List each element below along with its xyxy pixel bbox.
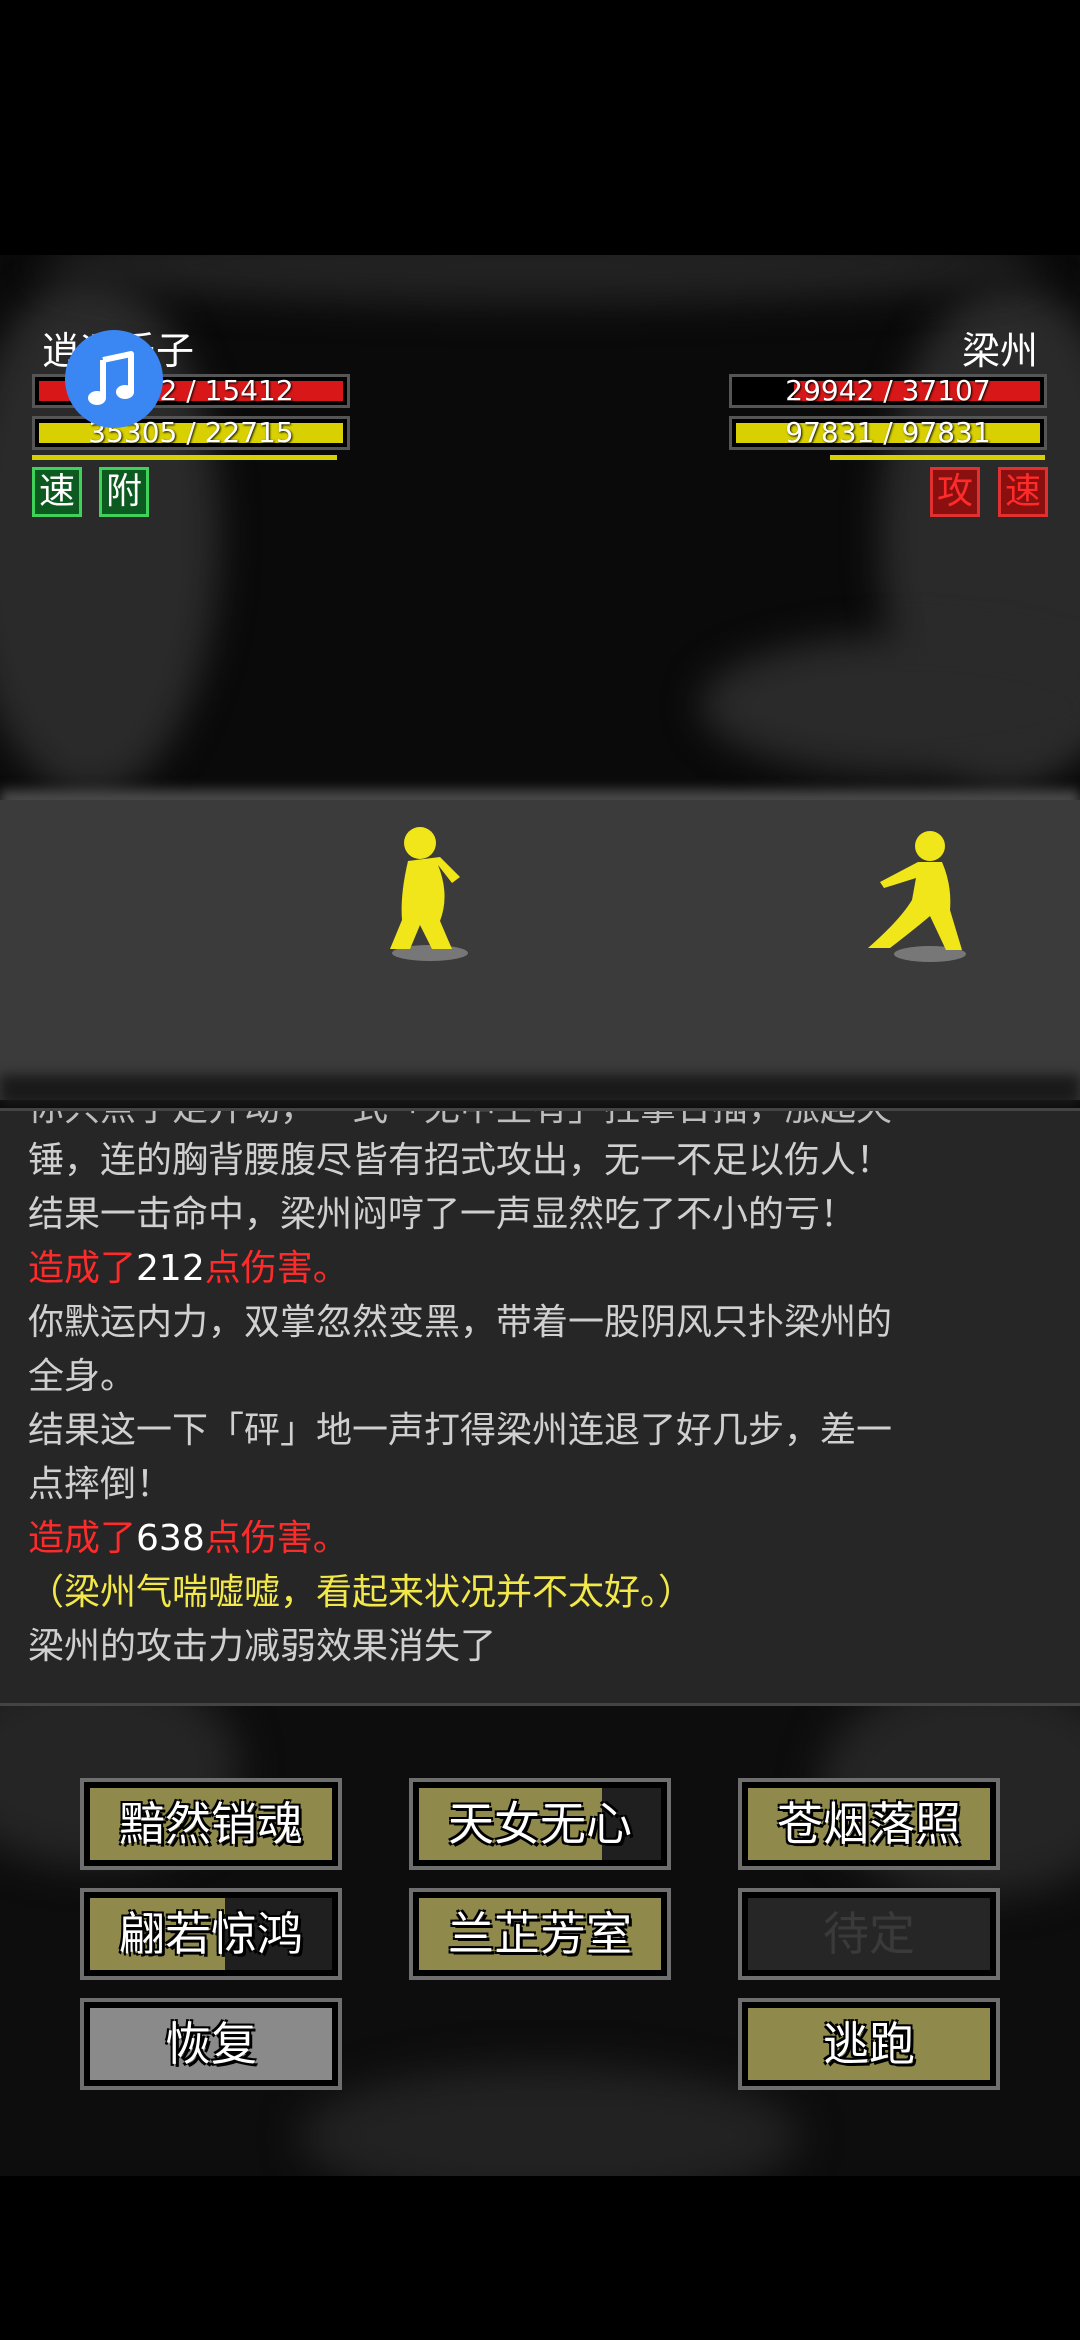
log-segment: 点摔倒！ xyxy=(28,1464,173,1505)
log-segment: 全身。 xyxy=(28,1356,137,1397)
skill-button-2[interactable]: 天女无心 xyxy=(409,1778,671,1870)
log-line: 结果这一下「砰」地一声打得梁州连退了好几步，差一 xyxy=(28,1405,1058,1457)
skill-label: 待定 xyxy=(823,1907,915,1961)
log-line: 点摔倒！ xyxy=(28,1459,1058,1511)
enemy-buff-attack: 攻 xyxy=(930,467,980,517)
skill-button-6[interactable]: 待定 xyxy=(738,1888,1000,1980)
enemy-figure xyxy=(868,831,966,962)
skill-button-3[interactable]: 苍烟落照 xyxy=(738,1778,1000,1870)
enemy-name: 梁州 xyxy=(961,329,1038,373)
log-segment: 结果这一下「砰」地一声打得梁州连退了好几步，差一 xyxy=(28,1410,893,1451)
player-figure xyxy=(390,827,468,961)
smoke-cloud xyxy=(700,635,1080,775)
flee-label: 逃跑 xyxy=(823,2017,915,2071)
log-segment: 锤，连的胸背腰腹尽皆有招式攻出，无一不足以伤人！ xyxy=(28,1140,893,1181)
skill-label: 黯然销魂 xyxy=(119,1797,303,1851)
player-buff-speed: 速 xyxy=(32,467,82,517)
log-line: （梁州气喘嘘嘘，看起来状况并不太好。） xyxy=(28,1567,1058,1619)
music-note-icon xyxy=(88,351,134,405)
log-partial-text: 你只点了足并动，一式「无中生有」拄掌合插，涨起天 xyxy=(28,1108,893,1129)
log-segment: 结果一击命中，梁州闷哼了一声显然吃了不小的亏！ xyxy=(28,1194,857,1235)
log-segment: 造成了 xyxy=(28,1248,137,1289)
log-line: 造成了212点伤害。 xyxy=(28,1243,1058,1295)
log-partial-line: 你只点了足并动，一式「无中生有」拄掌合插，涨起天 xyxy=(28,1108,1058,1135)
skill-button-1[interactable]: 黯然销魂 xyxy=(80,1778,342,1870)
skill-label: 苍烟落照 xyxy=(777,1797,961,1851)
skill-button-4[interactable]: 翩若惊鸿 xyxy=(80,1888,342,1980)
smoke-cloud xyxy=(40,255,1040,305)
skill-label: 天女无心 xyxy=(448,1797,632,1851)
log-segment: （梁州气喘嘘嘘，看起来状况并不太好。） xyxy=(28,1572,695,1613)
log-segment: 梁州的攻击力减弱效果消失了 xyxy=(28,1626,497,1667)
enemy-mp-text: 97831 / 97831 xyxy=(785,416,991,449)
battle-log[interactable]: 你只点了足并动，一式「无中生有」拄掌合插，涨起天 锤，连的胸背腰腹尽皆有招式攻出… xyxy=(0,1108,1080,1706)
log-segment: 638 xyxy=(136,1518,205,1559)
enemy-progress-line xyxy=(830,455,1045,460)
player-buff-attach: 附 xyxy=(99,467,149,517)
player-progress-line xyxy=(32,455,337,460)
enemy-mp-bar: 97831 / 97831 xyxy=(729,416,1047,450)
skill-label: 翩若惊鸿 xyxy=(119,1907,303,1961)
skill-button-5[interactable]: 兰芷芳室 xyxy=(409,1888,671,1980)
log-line: 造成了638点伤害。 xyxy=(28,1513,1058,1565)
enemy-buff-speed: 速 xyxy=(998,467,1048,517)
flee-button[interactable]: 逃跑 xyxy=(738,1998,1000,2090)
log-segment: 212 xyxy=(136,1248,205,1289)
log-line: 梁州的攻击力减弱效果消失了 xyxy=(28,1621,1058,1673)
log-segment: 造成了 xyxy=(28,1518,137,1559)
log-segment: 点伤害。 xyxy=(204,1518,349,1559)
log-line: 结果一击命中，梁州闷哼了一声显然吃了不小的亏！ xyxy=(28,1189,1058,1241)
log-line: 锤，连的胸背腰腹尽皆有招式攻出，无一不足以伤人！ xyxy=(28,1135,1058,1187)
enemy-hp-text: 29942 / 37107 xyxy=(785,374,991,407)
log-segment: 点伤害。 xyxy=(204,1248,349,1289)
log-segment: 你默运内力，双掌忽然变黑，带着一股阴风只扑梁州的 xyxy=(28,1302,893,1343)
log-line: 你默运内力，双掌忽然变黑，带着一股阴风只扑梁州的 xyxy=(28,1297,1058,1349)
log-line: 全身。 xyxy=(28,1351,1058,1403)
ground-edge xyxy=(0,1075,1080,1105)
music-button[interactable] xyxy=(65,330,163,428)
enemy-hp-bar: 29942 / 37107 xyxy=(729,374,1047,408)
skill-label: 兰芷芳室 xyxy=(448,1907,632,1961)
recover-button[interactable]: 恢复 xyxy=(80,1998,342,2090)
recover-label: 恢复 xyxy=(165,2017,257,2071)
